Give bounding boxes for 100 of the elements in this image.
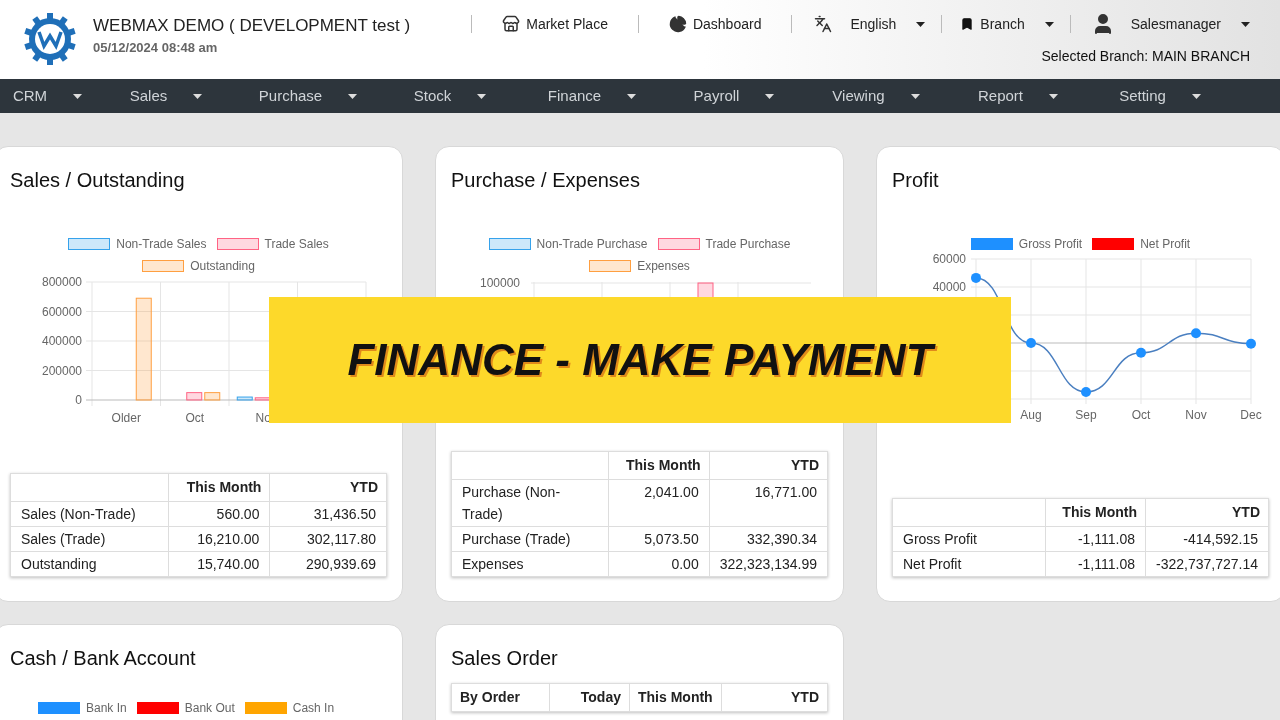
table-cell: Outstanding [10,551,169,577]
legend-label: Expenses [637,259,690,273]
legend-label: Bank Out [184,701,235,715]
table-cell: Expenses [451,551,609,577]
legend-label: Net Profit [1140,237,1191,251]
data-point [1246,338,1256,349]
caret-icon [1049,93,1058,99]
table-cell: 5,073.50 [608,526,710,552]
column-header: This Month [1062,504,1137,520]
table-cell: 560.00 [168,501,270,527]
table-cell: 2,041.00 [608,479,710,527]
axis-tick-label: 400000 [41,334,82,348]
table-cell: -1,111.08 [1045,551,1146,577]
gear-logo-icon [23,12,77,66]
column-header: This Month [626,457,701,473]
table-cell: 16,210.00 [168,526,270,552]
card-title: Sales Order [451,646,559,671]
table-cell: -322,737,727.14 [1145,551,1269,577]
data-point [1081,387,1091,397]
axis-tick-label: 100000 [480,276,521,290]
axis-category-label: Dec [1240,408,1262,422]
header-link[interactable]: Market Place [472,13,638,35]
card-title: Sales / Outstanding [10,168,186,193]
column-header: This Month [638,689,713,705]
column-header: YTD [1232,504,1260,520]
caret-icon [916,21,926,27]
column-header: YTD [791,457,819,473]
card-title: Profit [892,168,940,193]
axis-category-label: Older [111,411,141,425]
caret-icon [1191,93,1201,99]
caret-icon [627,93,637,99]
column-header: This Month [186,479,262,495]
column-header: YTD [791,689,819,705]
data-point [971,272,981,283]
table-cell: 0.00 [608,551,710,577]
legend-label: Non-Trade Sales [116,237,207,251]
data-point [1136,347,1146,358]
title-banner: FINANCE - MAKE PAYMENT [269,297,1011,423]
nav-menu-item[interactable]: Purchase [237,84,379,108]
axis-category-label: Oct [1131,408,1151,422]
card-title: Cash / Bank Account [10,646,197,671]
header-link[interactable]: Branch [942,13,1070,35]
axis-tick-label: 40000 [932,280,966,294]
caret-icon [193,93,203,99]
caret-icon [477,93,487,99]
table-cell: Sales (Non-Trade) [10,501,169,527]
table-cell: Sales (Trade) [10,526,169,552]
caret-icon [1241,21,1250,27]
table-cell: -1,111.08 [1045,526,1146,552]
legend-label: Non-Trade Purchase [536,237,648,251]
header-link[interactable]: Salesmanager [1070,12,1250,36]
nav-menu-item[interactable]: CRM [0,84,95,108]
table-cell: 16,771.00 [709,479,828,527]
bar [204,392,221,401]
header-link[interactable]: Dashboard [638,13,792,35]
table-cell: Purchase (Non-Trade) [451,479,609,527]
caret-icon [73,93,83,99]
axis-category-label: Sep [1075,408,1097,422]
column-header: By Order [460,689,520,705]
legend-label: Outstanding [190,259,255,273]
bookmark-icon [960,16,975,32]
caret-icon [1044,21,1054,27]
data-point [1191,328,1201,339]
column-header: Today [580,689,621,705]
table-cell: 15,740.00 [168,551,270,577]
table-cell: Purchase (Trade) [451,526,609,552]
table-cell: 302,117.80 [269,526,387,552]
caret-icon [910,93,920,99]
data-point [1026,338,1036,348]
column-header: YTD [350,479,378,495]
legend-label: Bank In [86,701,127,715]
app-title: WEBMAX DEMO ( DEVELOPMENT test ) [93,15,411,37]
axis-tick-label: 800000 [41,275,82,289]
axis-category-label: Oct [185,411,205,425]
selected-branch: Selected Branch: MAIN BRANCH [1041,47,1250,66]
axis-tick-label: 0 [75,393,82,407]
caret-icon [765,93,775,99]
nav-menu-item[interactable]: Payroll [663,84,805,108]
table-cell: 290,939.69 [269,551,387,577]
date-time: 05/12/2024 08:48 am [93,40,219,56]
nav-menu-item[interactable]: Stock [379,84,521,108]
header-link[interactable]: English [792,13,942,35]
table-cell: Gross Profit [892,526,1046,552]
legend-label: Gross Profit [1018,237,1083,251]
legend-label: Cash In [292,701,335,715]
table-cell: 322,323,134.99 [709,551,828,577]
store-icon [502,15,521,33]
nav-menu-item[interactable]: Report [947,84,1089,108]
axis-tick-label: 600000 [41,304,82,319]
nav-menu-item[interactable]: Sales [95,84,237,108]
nav-menu-item[interactable]: Finance [521,84,663,108]
axis-category-label: Aug [1020,408,1042,422]
table-cell: -414,592.15 [1145,526,1269,552]
axis-category-label: Nov [1185,408,1207,422]
pie-chart-icon [668,15,687,33]
legend-label: Trade Purchase [705,237,791,251]
nav-menu-item[interactable]: Setting [1089,84,1231,108]
table-cell: 31,436.50 [269,501,387,527]
nav-menu-item[interactable]: Viewing [805,84,947,108]
axis-tick-label: 200000 [41,363,82,378]
